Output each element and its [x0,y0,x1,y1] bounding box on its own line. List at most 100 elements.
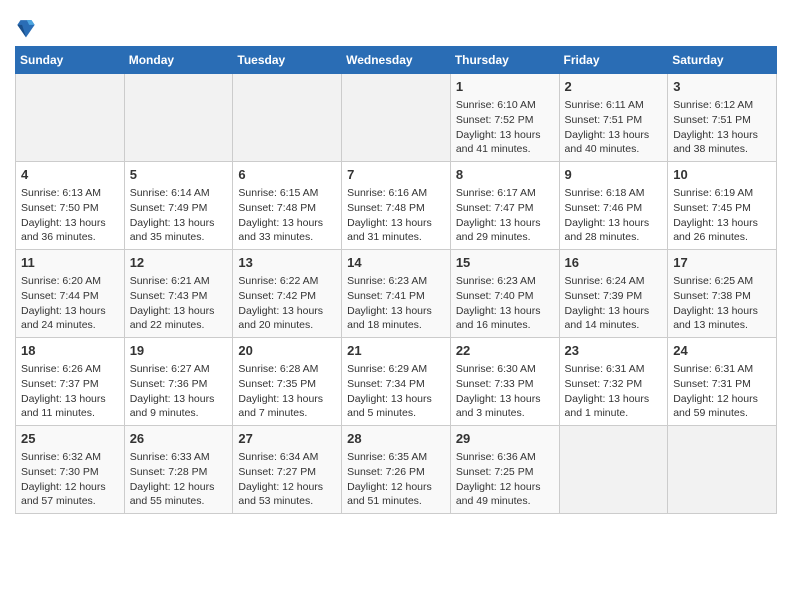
calendar-row: 1Sunrise: 6:10 AMSunset: 7:52 PMDaylight… [16,74,777,162]
day-info: Sunrise: 6:18 AM [565,186,663,201]
calendar-cell: 18Sunrise: 6:26 AMSunset: 7:37 PMDayligh… [16,338,125,426]
day-info: Sunset: 7:42 PM [238,289,336,304]
calendar-cell: 24Sunrise: 6:31 AMSunset: 7:31 PMDayligh… [668,338,777,426]
day-info: Sunrise: 6:29 AM [347,362,445,377]
calendar-row: 18Sunrise: 6:26 AMSunset: 7:37 PMDayligh… [16,338,777,426]
day-info: Sunset: 7:34 PM [347,377,445,392]
day-info: Sunrise: 6:31 AM [565,362,663,377]
day-info: Sunset: 7:39 PM [565,289,663,304]
day-number: 11 [21,254,119,272]
calendar-cell: 16Sunrise: 6:24 AMSunset: 7:39 PMDayligh… [559,250,668,338]
day-info: Sunrise: 6:21 AM [130,274,228,289]
calendar-cell: 19Sunrise: 6:27 AMSunset: 7:36 PMDayligh… [124,338,233,426]
day-info: Daylight: 13 hours and 40 minutes. [565,128,663,157]
day-info: Sunrise: 6:15 AM [238,186,336,201]
day-number: 25 [21,430,119,448]
calendar-cell [16,74,125,162]
day-info: Sunset: 7:50 PM [21,201,119,216]
header-saturday: Saturday [668,47,777,74]
day-number: 27 [238,430,336,448]
day-number: 7 [347,166,445,184]
header-friday: Friday [559,47,668,74]
day-number: 5 [130,166,228,184]
day-info: Daylight: 13 hours and 33 minutes. [238,216,336,245]
day-info: Daylight: 13 hours and 36 minutes. [21,216,119,245]
calendar-cell: 9Sunrise: 6:18 AMSunset: 7:46 PMDaylight… [559,162,668,250]
day-info: Daylight: 13 hours and 28 minutes. [565,216,663,245]
day-number: 6 [238,166,336,184]
calendar-cell: 27 Sunrise: 6:34 AMSunset: 7:27 PMDayligh… [233,425,342,513]
calendar-cell: 17Sunrise: 6:25 AMSunset: 7:38 PMDayligh… [668,250,777,338]
day-number: 16 [565,254,663,272]
calendar-cell: 15Sunrise: 6:23 AMSunset: 7:40 PMDayligh… [450,250,559,338]
day-info: Daylight: 12 hours and 51 minutes. [347,480,445,509]
calendar-cell [668,425,777,513]
page-header [15,10,777,40]
day-info: Daylight: 13 hours and 31 minutes. [347,216,445,245]
day-info: Sunrise: 6:23 AM [456,274,554,289]
day-info: Sunset: 7:51 PM [565,113,663,128]
calendar-cell [233,74,342,162]
day-info: Sunrise: 6:12 AM [673,98,771,113]
header-monday: Monday [124,47,233,74]
day-number: 8 [456,166,554,184]
day-info: Daylight: 13 hours and 22 minutes. [130,304,228,333]
day-info: Sunset: 7:47 PM [456,201,554,216]
calendar-cell: 11Sunrise: 6:20 AMSunset: 7:44 PMDayligh… [16,250,125,338]
day-info: Daylight: 13 hours and 9 minutes. [130,392,228,421]
day-info: Sunset: 7:40 PM [456,289,554,304]
calendar-cell: 8 Sunrise: 6:17 AMSunset: 7:47 PMDaylight… [450,162,559,250]
day-info: Sunrise: 6:11 AM [565,98,663,113]
day-info: Daylight: 13 hours and 29 minutes. [456,216,554,245]
calendar-cell: 20Sunrise: 6:28 AMSunset: 7:35 PMDayligh… [233,338,342,426]
day-info: Sunrise: 6:14 AM [130,186,228,201]
calendar-cell: 13Sunrise: 6:22 AMSunset: 7:42 PMDayligh… [233,250,342,338]
calendar-cell [124,74,233,162]
day-info: Sunset: 7:49 PM [130,201,228,216]
day-number: 17 [673,254,771,272]
calendar-row: 4Sunrise: 6:13 AMSunset: 7:50 PMDaylight… [16,162,777,250]
calendar-cell [342,74,451,162]
day-info: Sunset: 7:52 PM [456,113,554,128]
day-info: Sunrise: 6:33 AM [130,450,228,465]
day-info: Sunset: 7:41 PM [347,289,445,304]
calendar-cell: 6Sunrise: 6:15 AMSunset: 7:48 PMDaylight… [233,162,342,250]
day-info: Daylight: 13 hours and 24 minutes. [21,304,119,333]
day-info: Sunrise: 6:19 AM [673,186,771,201]
day-info: Sunrise: 6:34 AM [238,450,336,465]
calendar-cell: 2Sunrise: 6:11 AMSunset: 7:51 PMDaylight… [559,74,668,162]
day-number: 23 [565,342,663,360]
calendar-cell: 7Sunrise: 6:16 AMSunset: 7:48 PMDaylight… [342,162,451,250]
day-info: Sunset: 7:31 PM [673,377,771,392]
day-info: Daylight: 12 hours and 53 minutes. [238,480,336,509]
header-thursday: Thursday [450,47,559,74]
calendar-row: 11Sunrise: 6:20 AMSunset: 7:44 PMDayligh… [16,250,777,338]
calendar-cell: 29Sunrise: 6:36 AMSunset: 7:25 PMDayligh… [450,425,559,513]
calendar-cell: 21Sunrise: 6:29 AMSunset: 7:34 PMDayligh… [342,338,451,426]
day-info: Daylight: 13 hours and 14 minutes. [565,304,663,333]
day-info: Sunset: 7:38 PM [673,289,771,304]
day-info: Daylight: 13 hours and 26 minutes. [673,216,771,245]
day-number: 10 [673,166,771,184]
calendar-header: SundayMondayTuesdayWednesdayThursdayFrid… [16,47,777,74]
day-info: Sunset: 7:27 PM [238,465,336,480]
day-number: 26 [130,430,228,448]
day-number: 9 [565,166,663,184]
day-number: 20 [238,342,336,360]
day-number: 22 [456,342,554,360]
header-wednesday: Wednesday [342,47,451,74]
day-info: Sunrise: 6:17 AM [456,186,554,201]
calendar-cell: 1Sunrise: 6:10 AMSunset: 7:52 PMDaylight… [450,74,559,162]
day-info: Daylight: 13 hours and 5 minutes. [347,392,445,421]
day-info: Sunset: 7:28 PM [130,465,228,480]
day-info: Daylight: 13 hours and 20 minutes. [238,304,336,333]
day-info: Sunrise: 6:22 AM [238,274,336,289]
day-info: Sunrise: 6:30 AM [456,362,554,377]
day-info: Daylight: 12 hours and 49 minutes. [456,480,554,509]
day-info: Daylight: 12 hours and 57 minutes. [21,480,119,509]
day-info: Sunrise: 6:25 AM [673,274,771,289]
day-info: Daylight: 13 hours and 7 minutes. [238,392,336,421]
day-info: Sunset: 7:30 PM [21,465,119,480]
day-number: 15 [456,254,554,272]
day-info: Sunset: 7:37 PM [21,377,119,392]
